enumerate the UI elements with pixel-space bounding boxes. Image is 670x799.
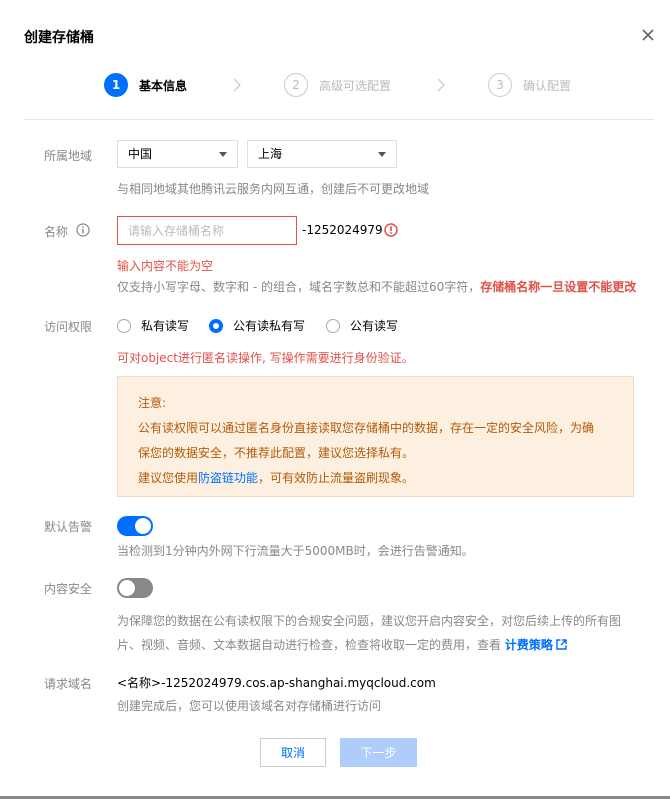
warning-line: 保您的数据安全，不推荐此配置，建议您选择私有。 (138, 446, 415, 460)
name-label: 名称 (44, 225, 69, 239)
cancel-button[interactable]: 取消 (260, 738, 326, 767)
pricing-link[interactable]: 计费策略 (505, 638, 567, 652)
warning-title: 注意: (138, 396, 167, 410)
external-link-icon (556, 639, 567, 650)
radio-circle (326, 318, 340, 333)
step-label: 基本信息 (139, 78, 188, 93)
content-security-description: 为保障您的数据在公有读权限下的合规安全问题，建议您开启内容安全，对您后续上传的所… (117, 609, 637, 657)
toggle-knob (135, 518, 151, 534)
alarm-hint: 当检测到1分钟内外网下行流量大于5000MB时，会进行告警通知。 (117, 544, 474, 558)
dialog-title: 创建存储桶 (24, 30, 94, 46)
name-rule-emphasis: 存储桶名称一旦设置不能更改 (480, 280, 637, 294)
anti-leech-link[interactable]: 防盗链功能 (198, 471, 258, 485)
country-select-value: 中国 (128, 147, 153, 161)
content-security-toggle[interactable] (117, 578, 153, 598)
alarm-label: 默认告警 (44, 520, 93, 534)
warning-text: 建议您使用 (138, 471, 199, 485)
name-rule-hint: 仅支持小写字母、数字和 - 的组合，域名字数总和不能超过60字符，存储桶名称一旦… (117, 278, 636, 295)
request-domain-value: <名称>-1252024979.cos.ap-shanghai.myqcloud… (117, 676, 436, 690)
name-rule-text: 仅支持小写字母、数字和 - 的组合，域名字数总和不能超过60字符， (117, 280, 481, 294)
request-domain-label: 请求域名 (44, 677, 93, 691)
radio-circle (117, 318, 131, 333)
warning-text: ，可有效防止流量盗刷现象。 (258, 471, 415, 485)
chevron-right-icon (437, 78, 445, 92)
request-domain-hint: 创建完成后，您可以使用该域名对存储桶进行访问 (117, 699, 382, 713)
step-basic-info: 1 基本信息 (104, 72, 187, 98)
alarm-toggle[interactable] (117, 516, 153, 536)
bucket-name-input[interactable] (117, 216, 297, 245)
caret-down-icon (378, 152, 386, 157)
warning-line: 建议您使用防盗链功能，可有效防止流量盗刷现象。 (138, 466, 613, 491)
radio-private-rw[interactable]: 私有读写 (117, 317, 189, 334)
radio-label: 私有读写 (141, 319, 190, 333)
appid-suffix: -1252024979 (302, 223, 383, 237)
divider (24, 119, 654, 120)
caret-down-icon (219, 152, 227, 157)
radio-label: 公有读写 (350, 319, 399, 333)
step-number: 1 (104, 73, 128, 97)
step-label: 高级可选配置 (319, 78, 392, 93)
access-label: 访问权限 (44, 320, 93, 334)
create-bucket-dialog: 创建存储桶 1 基本信息 2 高级可选配置 3 确认配置 所属地域 中国 上海 … (0, 0, 670, 799)
step-label: 确认配置 (523, 78, 572, 93)
radio-label: 公有读私有写 (233, 319, 306, 333)
chevron-right-icon (233, 78, 241, 92)
step-number: 2 (284, 73, 308, 97)
city-select[interactable]: 上海 (247, 140, 397, 168)
stepper: 1 基本信息 2 高级可选配置 3 确认配置 (104, 72, 584, 98)
region-label: 所属地域 (44, 149, 93, 163)
error-icon (384, 223, 398, 237)
warning-line: 公有读权限可以通过匿名身份直接读取您存储桶中的数据，存在一定的安全风险，为确 (138, 421, 595, 435)
region-hint: 与相同地域其他腾讯云服务内网互通，创建后不可更改地域 (117, 182, 430, 196)
step-confirm-config: 3 确认配置 (488, 72, 571, 98)
country-select[interactable]: 中国 (117, 140, 238, 168)
radio-public-read-private-write[interactable]: 公有读私有写 (209, 317, 305, 334)
toggle-knob (119, 580, 135, 596)
warning-box: 注意: 公有读权限可以通过匿名身份直接读取您存储桶中的数据，存在一定的安全风险，… (117, 376, 634, 497)
step-number: 3 (488, 73, 512, 97)
next-step-button[interactable]: 下一步 (340, 738, 417, 767)
pricing-link-label: 计费策略 (504, 638, 553, 652)
radio-circle (209, 318, 223, 333)
radio-public-rw[interactable]: 公有读写 (326, 317, 398, 334)
step-advanced-config: 2 高级可选配置 (284, 72, 391, 98)
city-select-value: 上海 (258, 147, 283, 161)
name-error-text: 输入内容不能为空 (117, 259, 214, 273)
info-icon[interactable] (76, 223, 90, 237)
access-notice: 可对object进行匿名读操作, 写操作需要进行身份验证。 (117, 351, 414, 365)
close-icon[interactable] (640, 27, 656, 43)
content-security-label: 内容安全 (44, 582, 93, 596)
